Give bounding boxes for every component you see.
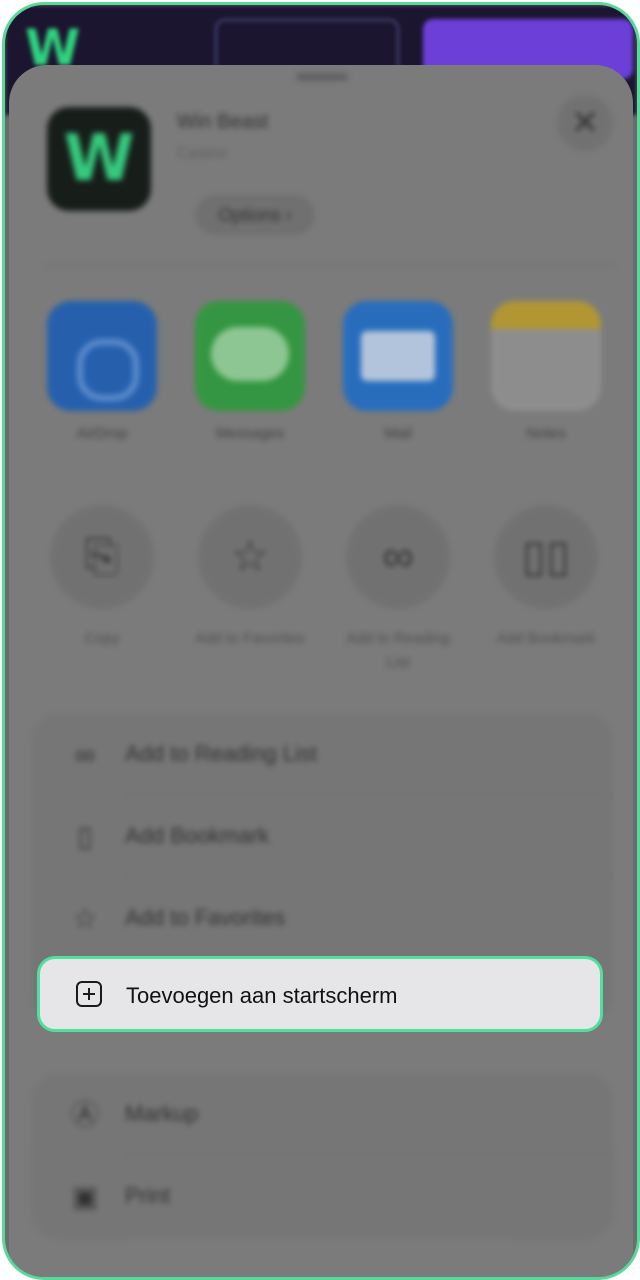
action-label: Add Bookmark bbox=[496, 630, 596, 647]
share-notes[interactable]: Notes bbox=[491, 301, 601, 442]
action-label: Add to Favorites bbox=[195, 630, 305, 647]
add-to-home-screen-button[interactable]: Toevoegen aan startscherm bbox=[37, 956, 603, 1032]
menu-item-label: Add to Reading List bbox=[125, 741, 318, 766]
menu-item-label: Markup bbox=[125, 1101, 199, 1126]
chevron-right-icon: › bbox=[285, 205, 292, 225]
action-add-bookmark[interactable]: ▯▯ Add Bookmark bbox=[491, 505, 601, 651]
mail-icon bbox=[343, 301, 453, 411]
menu-item-add-bookmark[interactable]: ▯ Add Bookmark bbox=[31, 795, 613, 877]
phone-frame: W W Win Beast Casino Options › ✕ AirDrop bbox=[2, 2, 640, 1280]
app-icon: W bbox=[47, 107, 151, 211]
share-label: Messages bbox=[215, 425, 285, 442]
menu-item-label: Add to Favorites bbox=[125, 905, 286, 930]
copy-icon: ⎘ bbox=[50, 505, 154, 609]
share-sheet-blurred-content: W Win Beast Casino Options › ✕ AirDrop M… bbox=[9, 65, 633, 1277]
menu-item-add-to-reading-list[interactable]: ∞ Add to Reading List bbox=[31, 713, 613, 795]
star-icon: ☆ bbox=[72, 903, 98, 934]
share-label: AirDrop bbox=[76, 425, 128, 442]
close-icon: ✕ bbox=[570, 104, 600, 142]
share-mail[interactable]: Mail bbox=[343, 301, 453, 442]
sheet-grabber[interactable] bbox=[296, 73, 348, 81]
app-subtitle: Casino bbox=[177, 145, 227, 162]
menu-item-label: Add Bookmark bbox=[125, 823, 270, 848]
action-add-to-favorites[interactable]: ☆ Add to Favorites bbox=[195, 505, 305, 651]
print-icon: ▣ bbox=[71, 1181, 99, 1212]
notes-icon bbox=[491, 301, 601, 411]
plus-square-icon bbox=[76, 981, 102, 1007]
add-to-home-screen-label: Toevoegen aan startscherm bbox=[126, 983, 398, 1008]
share-sheet: W Win Beast Casino Options › ✕ AirDrop M… bbox=[9, 65, 633, 1277]
menu-item-markup[interactable]: Ⓐ Markup bbox=[31, 1073, 613, 1155]
action-copy[interactable]: ⎘ Copy bbox=[47, 505, 157, 651]
airdrop-icon bbox=[47, 301, 157, 411]
share-messages[interactable]: Messages bbox=[195, 301, 305, 442]
book-icon: ▯ bbox=[77, 821, 93, 852]
app-title: Win Beast bbox=[177, 111, 269, 133]
share-airdrop[interactable]: AirDrop bbox=[47, 301, 157, 442]
action-label: Copy bbox=[84, 630, 120, 647]
menu-group-secondary: Ⓐ Markup ▣ Print bbox=[31, 1073, 613, 1239]
menu-item-print[interactable]: ▣ Print bbox=[31, 1155, 613, 1237]
glasses-icon: ∞ bbox=[75, 739, 95, 770]
share-label: Notes bbox=[526, 425, 566, 442]
action-add-to-reading-list[interactable]: ∞ Add to Reading List bbox=[343, 505, 453, 675]
divider bbox=[45, 265, 617, 266]
menu-item-label: Print bbox=[125, 1183, 171, 1208]
action-label: Add to Reading List bbox=[346, 630, 450, 671]
menu-item-add-to-favorites[interactable]: ☆ Add to Favorites bbox=[31, 877, 613, 959]
star-icon: ☆ bbox=[198, 505, 302, 609]
messages-icon bbox=[195, 301, 305, 411]
book-icon: ▯▯ bbox=[494, 505, 598, 609]
share-label: Mail bbox=[384, 425, 412, 442]
glasses-icon: ∞ bbox=[346, 505, 450, 609]
close-button[interactable]: ✕ bbox=[557, 95, 613, 151]
markup-icon: Ⓐ bbox=[70, 1099, 99, 1130]
options-label: Options bbox=[218, 205, 281, 225]
options-button[interactable]: Options › bbox=[195, 195, 315, 235]
